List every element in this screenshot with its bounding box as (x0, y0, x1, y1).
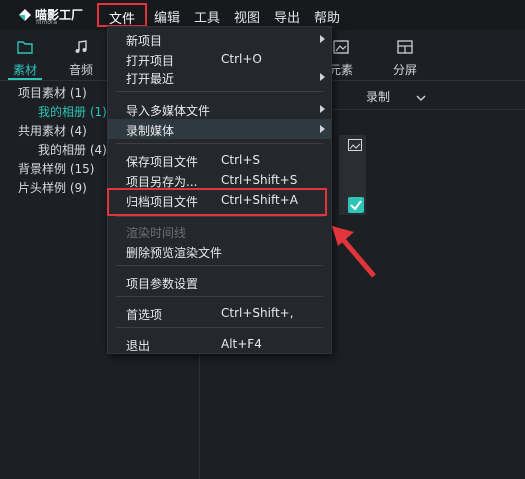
submenu-arrow-icon (320, 35, 325, 43)
menu-import-media[interactable]: 导入多媒体文件 (126, 102, 210, 119)
record-dropdown-label: 录制 (366, 90, 391, 104)
record-dropdown[interactable]: 录制 (366, 88, 426, 105)
tree-my-album-project[interactable]: 我的相册 (1) (38, 103, 107, 120)
red-arrow-annotation (332, 226, 376, 278)
tab-media-label: 素材 (12, 63, 37, 77)
shortcut-save-as: Ctrl+Shift+S (221, 173, 298, 187)
menu-separator (116, 91, 323, 92)
menu-render-timeline: 渲染时间线 (126, 226, 187, 240)
shortcut-exit: Alt+F4 (221, 337, 262, 351)
chevron-down-icon (416, 95, 426, 101)
filmora-logo-icon (19, 9, 31, 21)
tree-shared-media[interactable]: 共用素材 (4) (18, 122, 87, 139)
menu-open-project[interactable]: 打开项目 (126, 52, 174, 69)
menu-delete-preview-render[interactable]: 删除预览渲染文件 (126, 244, 222, 261)
menu-save-project[interactable]: 保存项目文件 (126, 153, 198, 170)
shortcut-save-project: Ctrl+S (221, 153, 261, 167)
menu-exit[interactable]: 退出 (126, 337, 150, 354)
folder-icon (17, 41, 33, 54)
image-icon (348, 139, 362, 151)
tree-my-album-shared[interactable]: 我的相册 (4) (38, 141, 107, 158)
menu-file[interactable]: 文件 (97, 3, 147, 27)
menu-separator (116, 327, 323, 328)
menu-new-project[interactable]: 新项目 (126, 32, 162, 49)
tree-background-samples[interactable]: 背景样例 (15) (18, 160, 94, 177)
menu-separator (116, 143, 323, 144)
media-thumbnail[interactable] (339, 135, 366, 215)
tab-audio[interactable]: 音频 (56, 30, 106, 80)
menu-view[interactable]: 视图 (234, 7, 260, 26)
menu-preferences[interactable]: 首选项 (126, 306, 162, 323)
shortcut-open-project: Ctrl+O (221, 52, 262, 66)
menu-edit[interactable]: 编辑 (154, 7, 180, 26)
submenu-arrow-icon (320, 73, 325, 81)
shortcut-preferences: Ctrl+Shift+, (221, 306, 294, 320)
menu-help[interactable]: 帮助 (314, 7, 340, 26)
tab-split-screen-label: 分屏 (392, 63, 417, 77)
split-screen-icon (397, 40, 413, 54)
menu-separator (116, 216, 323, 217)
menu-open-recent[interactable]: 打开最近 (126, 70, 174, 87)
submenu-arrow-icon (320, 105, 325, 113)
tab-audio-label: 音频 (68, 63, 93, 77)
music-note-icon (75, 40, 87, 53)
tree-project-media[interactable]: 项目素材 (1) (18, 84, 87, 101)
app-subtitle: filmora (36, 19, 58, 26)
menu-separator (116, 296, 323, 297)
menu-project-settings[interactable]: 项目参数设置 (126, 275, 198, 292)
submenu-arrow-icon (320, 125, 325, 133)
archive-highlight-box (107, 188, 327, 216)
checkmark-icon[interactable] (348, 197, 364, 213)
menu-record-media[interactable]: 录制媒体 (126, 122, 174, 139)
tab-media[interactable]: 素材 (0, 30, 50, 80)
app-logo: 喵影工厂 filmora (18, 6, 83, 26)
tree-intro-samples[interactable]: 片头样例 (9) (18, 179, 87, 196)
menu-file-label: 文件 (108, 12, 135, 27)
tab-split-screen[interactable]: 分屏 (380, 30, 430, 80)
menu-separator (116, 265, 323, 266)
menu-export[interactable]: 导出 (274, 7, 300, 26)
menu-tools[interactable]: 工具 (194, 7, 220, 26)
image-icon (333, 40, 349, 54)
